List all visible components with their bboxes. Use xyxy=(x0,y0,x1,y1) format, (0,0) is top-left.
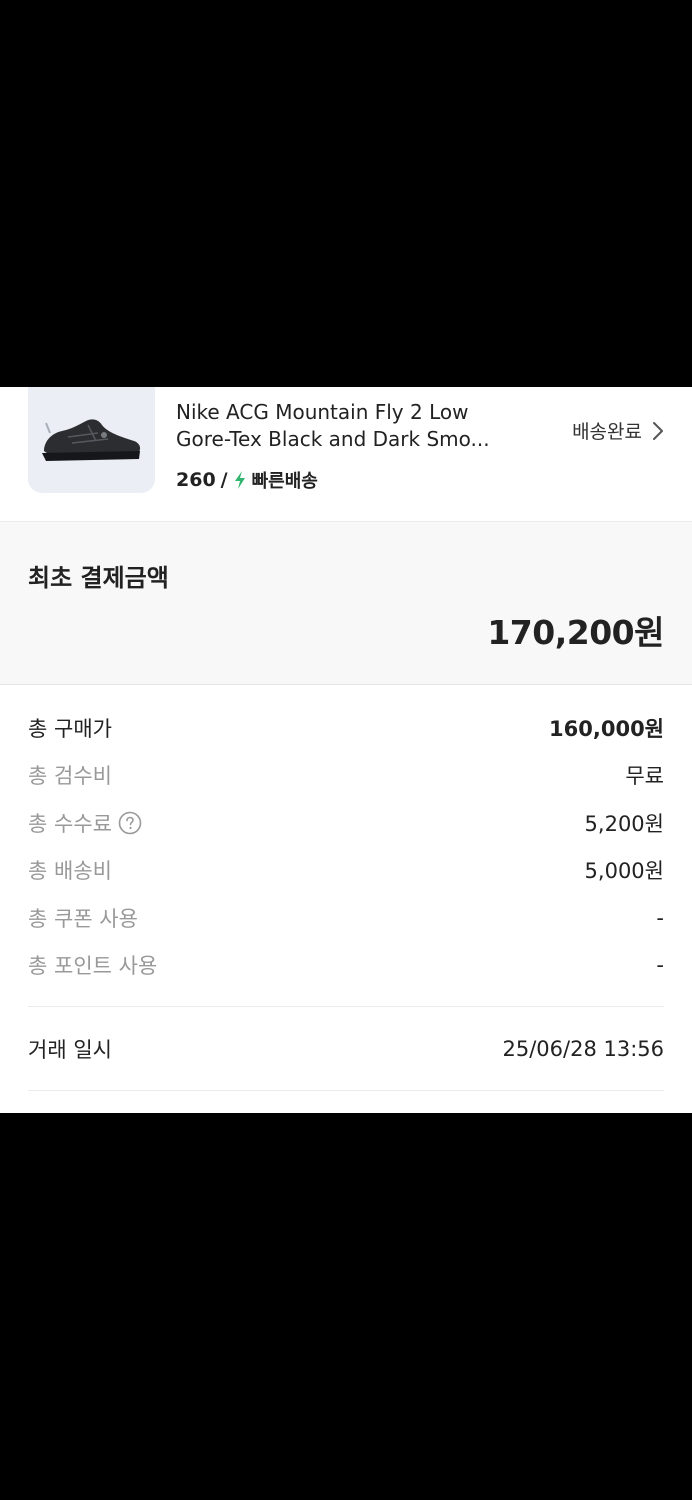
lightning-bolt-icon xyxy=(234,471,245,489)
breakdown-row-coupon: 총 쿠폰 사용 - xyxy=(28,894,664,942)
breakdown-row-inspection-fee: 총 검수비 무료 xyxy=(28,752,664,800)
trade-datetime-row: 거래 일시 25/06/28 13:56 xyxy=(28,1027,664,1071)
breakdown-label: 총 쿠폰 사용 xyxy=(28,906,138,931)
product-size: 260 xyxy=(176,469,216,491)
bottom-black-area xyxy=(0,1113,692,1500)
product-row[interactable]: Nike ACG Mountain Fly 2 Low Gore-Tex Bla… xyxy=(0,387,692,522)
breakdown-label: 총 수수료 xyxy=(28,811,112,836)
breakdown-value: 5,200원 xyxy=(584,811,664,836)
product-name-line-1: Nike ACG Mountain Fly 2 Low xyxy=(176,400,469,424)
top-black-area xyxy=(0,0,692,387)
breakdown-value: 무료 xyxy=(625,764,664,789)
breakdown-label: 총 검수비 xyxy=(28,764,112,789)
question-circle-icon[interactable] xyxy=(118,811,142,835)
breakdown-label: 총 배송비 xyxy=(28,859,112,884)
product-meta: 260 / 빠른배송 xyxy=(176,467,318,493)
breakdown-row-purchase-price: 총 구매가 160,000원 xyxy=(28,704,664,752)
section-divider xyxy=(28,1006,664,1007)
initial-payment-label: 최초 결제금액 xyxy=(28,564,169,592)
sneaker-image xyxy=(42,419,141,461)
initial-payment-amount: 170,200원 xyxy=(487,613,664,652)
chevron-right-icon xyxy=(653,421,663,440)
product-name: Nike ACG Mountain Fly 2 Low Gore-Tex Bla… xyxy=(176,399,526,453)
delivery-status-link[interactable]: 배송완료 xyxy=(572,417,664,444)
trade-datetime-label: 거래 일시 xyxy=(28,1038,112,1062)
breakdown-value: - xyxy=(656,905,664,930)
product-name-line-2: Gore-Tex Black and Dark Smo... xyxy=(176,427,490,451)
express-shipping-label: 빠른배송 xyxy=(251,471,318,492)
breakdown-value: 160,000원 xyxy=(549,716,664,741)
breakdown-row-shipping-fee: 총 배송비 5,000원 xyxy=(28,847,664,895)
trade-datetime-value: 25/06/28 13:56 xyxy=(502,1037,664,1061)
meta-separator: / xyxy=(220,469,228,491)
initial-payment-section: 최초 결제금액 170,200원 xyxy=(0,522,692,685)
payment-breakdown: 총 구매가 160,000원 총 검수비 무료 총 수수료 5,200원 총 배… xyxy=(28,704,664,989)
delivery-status-label: 배송완료 xyxy=(572,421,642,443)
breakdown-label: 총 포인트 사용 xyxy=(28,954,158,979)
order-detail-sheet: Nike ACG Mountain Fly 2 Low Gore-Tex Bla… xyxy=(0,387,692,1113)
breakdown-row-commission: 총 수수료 5,200원 xyxy=(28,799,664,847)
breakdown-row-points: 총 포인트 사용 - xyxy=(28,942,664,990)
breakdown-value: 5,000원 xyxy=(584,859,664,884)
product-thumbnail xyxy=(28,387,155,493)
bottom-divider xyxy=(28,1090,664,1091)
breakdown-label: 총 구매가 xyxy=(28,716,112,741)
breakdown-label-wrap: 총 수수료 xyxy=(28,808,142,838)
breakdown-value: - xyxy=(656,953,664,978)
